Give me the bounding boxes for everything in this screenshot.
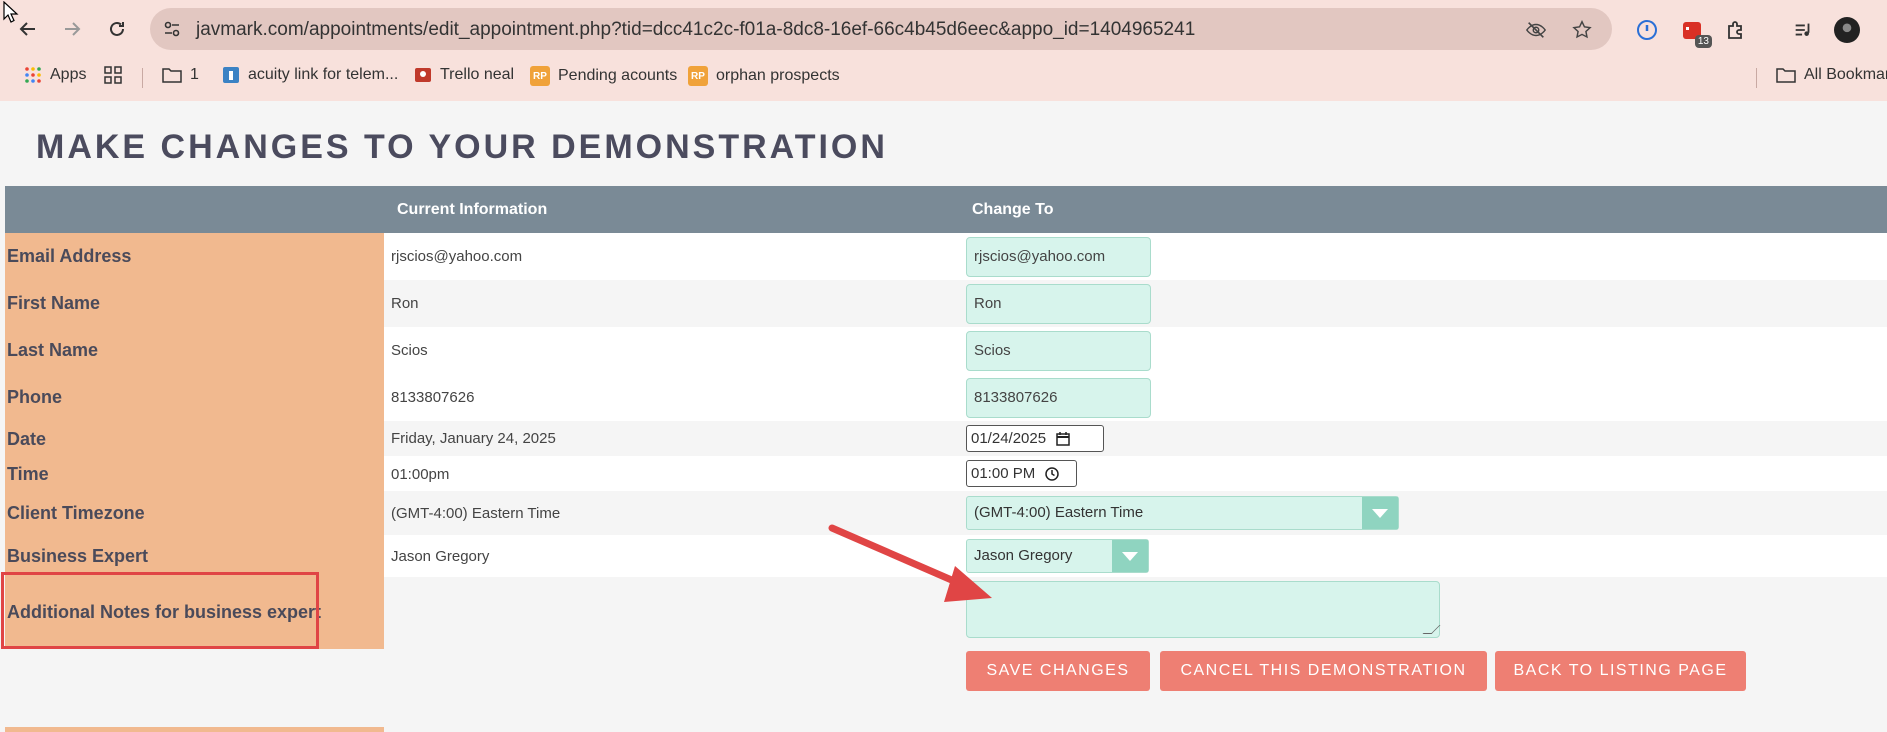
bookmark-pending[interactable]: RP Pending acounts xyxy=(530,66,677,86)
current-phone: 8133807626 xyxy=(391,389,475,406)
bookmark-folder-1[interactable]: 1 xyxy=(162,66,199,84)
all-bookmarks-label: All Bookmar xyxy=(1804,66,1887,83)
bookmark-apps[interactable]: Apps xyxy=(24,66,86,84)
rp-icon: RP xyxy=(530,66,550,86)
media-control-icon[interactable] xyxy=(1789,16,1817,44)
rp-icon: RP xyxy=(688,66,708,86)
forward-icon[interactable] xyxy=(57,14,87,44)
first-name-field[interactable]: Ron xyxy=(966,284,1151,324)
table-header: Current Information Change To xyxy=(5,186,1887,233)
bookmark-trello-label: Trello neal xyxy=(440,66,515,83)
label-column-footer xyxy=(5,727,384,732)
acuity-icon xyxy=(223,67,239,83)
row-background xyxy=(384,421,1887,456)
time-picker[interactable]: 01:00 PM xyxy=(966,460,1077,487)
bookmark-acuity-label: acuity link for telem... xyxy=(248,66,399,83)
annotation-highlight-box xyxy=(1,572,319,649)
password-manager-icon[interactable] xyxy=(1633,16,1661,44)
calendar-extension-icon[interactable]: 13 xyxy=(1678,16,1712,48)
current-business-expert: Jason Gregory xyxy=(391,548,490,565)
bookmark-separator xyxy=(1756,68,1757,88)
phone-field[interactable]: 8133807626 xyxy=(966,378,1151,418)
last-name-field[interactable]: Scios xyxy=(966,331,1151,371)
row-background xyxy=(384,456,1887,491)
cancel-demonstration-button[interactable]: CANCEL THIS DEMONSTRATION xyxy=(1160,651,1487,691)
label-time: Time xyxy=(7,464,49,484)
mouse-cursor-icon xyxy=(3,1,19,23)
bookmark-acuity[interactable]: acuity link for telem... xyxy=(222,66,398,84)
url-text[interactable]: javmark.com/appointments/edit_appointmen… xyxy=(196,19,1195,41)
page-title: MAKE CHANGES TO YOUR DEMONSTRATION xyxy=(36,128,888,166)
eye-off-icon[interactable] xyxy=(1524,18,1548,42)
header-change-to: Change To xyxy=(972,201,1054,218)
label-last-name: Last Name xyxy=(7,340,99,360)
all-bookmarks[interactable]: All Bookmar xyxy=(1776,66,1887,84)
calendar-icon[interactable] xyxy=(1056,431,1070,446)
browser-chrome: javmark.com/appointments/edit_appointmen… xyxy=(0,0,1887,101)
bookmark-star-icon[interactable] xyxy=(1570,18,1594,42)
bookmark-apps-label: Apps xyxy=(50,66,87,83)
timezone-select[interactable]: (GMT-4:00) Eastern Time xyxy=(966,496,1399,530)
back-to-listing-button[interactable]: BACK TO LISTING PAGE xyxy=(1495,651,1746,691)
trello-icon xyxy=(415,68,431,82)
header-current-info: Current Information xyxy=(397,201,548,218)
label-phone: Phone xyxy=(7,387,63,407)
apps-grid-icon xyxy=(25,67,41,83)
current-email: rjscios@yahoo.com xyxy=(391,248,523,265)
profile-avatar[interactable] xyxy=(1833,16,1861,44)
bookmark-folder-label: 1 xyxy=(190,66,199,83)
address-bar[interactable]: javmark.com/appointments/edit_appointmen… xyxy=(150,8,1612,50)
label-client-timezone: Client Timezone xyxy=(7,503,145,523)
bookmarks-bar: Apps 1 acuity link for telem... Trello n… xyxy=(0,62,1887,92)
folder-icon xyxy=(162,68,182,83)
reload-icon[interactable] xyxy=(102,14,132,44)
current-first-name: Ron xyxy=(391,295,419,312)
email-field[interactable]: rjscios@yahoo.com xyxy=(966,237,1151,277)
label-email: Email Address xyxy=(7,246,132,266)
bookmark-separator xyxy=(142,68,143,88)
tab-groups-icon[interactable] xyxy=(104,66,122,84)
folder-icon xyxy=(1776,68,1796,83)
current-date: Friday, January 24, 2025 xyxy=(391,430,556,447)
annotation-arrow-icon xyxy=(828,524,992,602)
label-business-expert: Business Expert xyxy=(7,546,149,566)
bookmark-pending-label: Pending acounts xyxy=(558,67,678,84)
bookmark-orphan[interactable]: RP orphan prospects xyxy=(688,66,840,86)
extensions-puzzle-icon[interactable] xyxy=(1722,16,1750,44)
label-date: Date xyxy=(7,429,47,449)
label-first-name: First Name xyxy=(7,293,101,313)
time-value: 01:00 PM xyxy=(971,465,1036,482)
site-settings-icon[interactable] xyxy=(162,19,182,39)
chevron-down-icon[interactable] xyxy=(1112,540,1148,572)
clock-icon[interactable] xyxy=(1045,466,1059,481)
bookmark-trello[interactable]: Trello neal xyxy=(414,66,514,84)
chevron-down-icon[interactable] xyxy=(1362,497,1398,529)
extension-badge: 13 xyxy=(1694,35,1712,48)
additional-notes-textarea[interactable] xyxy=(966,581,1440,638)
date-value: 01/24/2025 xyxy=(971,430,1047,447)
date-picker[interactable]: 01/24/2025 xyxy=(966,425,1104,452)
timezone-selected: (GMT-4:00) Eastern Time xyxy=(974,504,1144,521)
current-last-name: Scios xyxy=(391,342,428,359)
current-time: 01:00pm xyxy=(391,466,450,483)
bookmark-orphan-label: orphan prospects xyxy=(716,67,840,84)
save-changes-button[interactable]: SAVE CHANGES xyxy=(966,651,1150,691)
current-timezone: (GMT-4:00) Eastern Time xyxy=(391,505,561,522)
